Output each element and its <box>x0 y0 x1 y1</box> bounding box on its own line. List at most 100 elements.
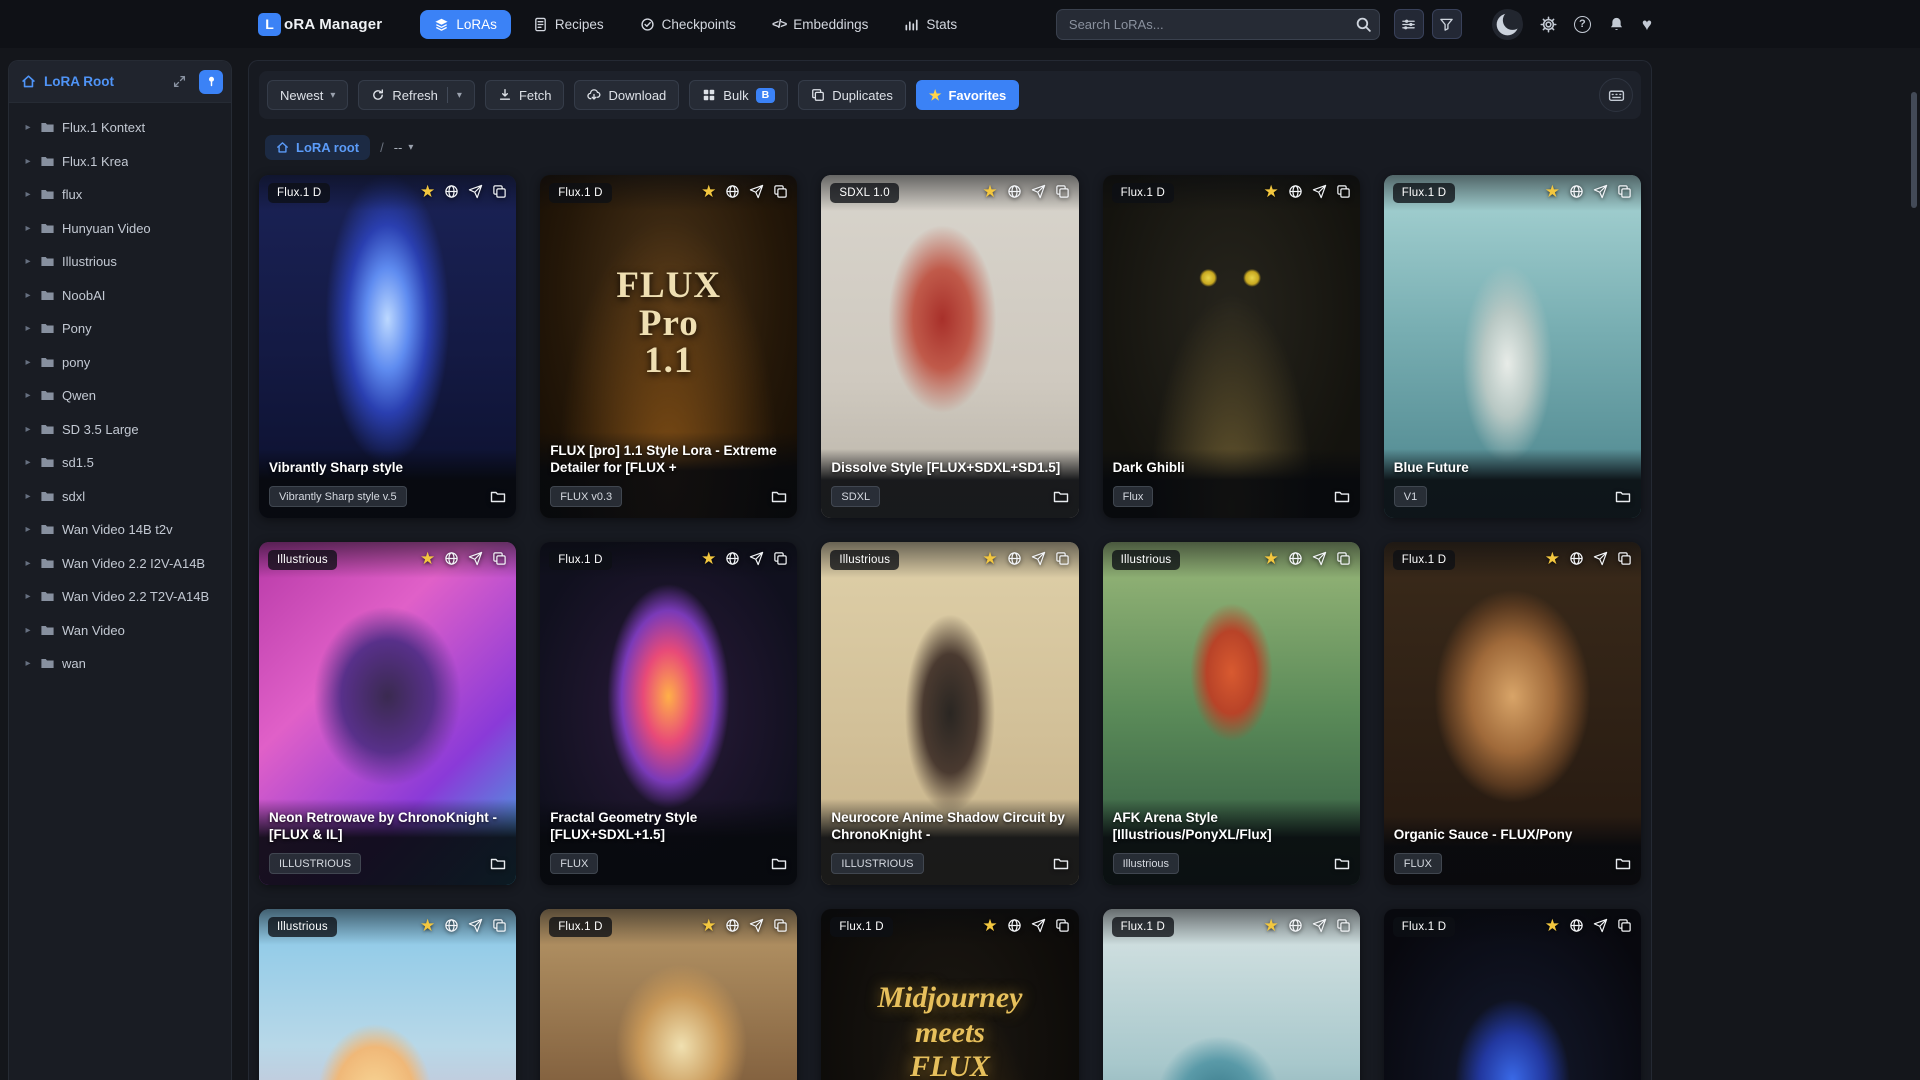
sidebar-folder-item[interactable]: ▸ Illustrious <box>15 245 225 279</box>
duplicates-button[interactable]: Duplicates <box>798 80 906 110</box>
lora-card[interactable]: SDXL 1.0 ★ Dissolve Style [FLUX+SDXL+SD1… <box>821 175 1079 518</box>
favorite-star-icon[interactable]: ★ <box>1264 183 1279 200</box>
keyboard-shortcuts-button[interactable] <box>1599 78 1633 112</box>
globe-icon[interactable] <box>1007 184 1022 199</box>
copy-icon[interactable] <box>773 918 788 933</box>
globe-icon[interactable] <box>1288 551 1303 566</box>
lora-card[interactable]: Flux.1 D ★ <box>1102 909 1360 1080</box>
copy-icon[interactable] <box>492 551 507 566</box>
sidebar-folder-item[interactable]: ▸ Wan Video 14B t2v <box>15 513 225 547</box>
send-icon[interactable] <box>1031 184 1046 199</box>
version-pill[interactable]: Flux <box>1112 486 1154 507</box>
globe-icon[interactable] <box>1288 184 1303 199</box>
lora-card[interactable]: Flux.1 D ★ Fractal Geometry Style [FLUX+… <box>540 542 798 885</box>
version-pill[interactable]: SDXL <box>831 486 881 507</box>
move-to-folder-button[interactable] <box>771 856 787 872</box>
globe-icon[interactable] <box>1569 551 1584 566</box>
refresh-split-button[interactable]: Refresh ▾ <box>358 80 475 110</box>
version-pill[interactable]: FLUX <box>1393 853 1442 874</box>
version-pill[interactable]: FLUX <box>550 853 599 874</box>
sort-dropdown[interactable]: Newest ▾ <box>267 80 349 110</box>
favorite-star-icon[interactable]: ★ <box>701 917 716 934</box>
favorite-star-icon[interactable]: ★ <box>701 550 716 567</box>
globe-icon[interactable] <box>725 551 740 566</box>
move-to-folder-button[interactable] <box>1615 489 1631 505</box>
move-to-folder-button[interactable] <box>490 489 506 505</box>
send-icon[interactable] <box>749 551 764 566</box>
send-icon[interactable] <box>468 551 483 566</box>
version-pill[interactable]: V1 <box>1393 486 1428 507</box>
globe-icon[interactable] <box>1007 918 1022 933</box>
sidebar-root-row[interactable]: LoRA Root <box>9 61 231 103</box>
theme-toggle-button[interactable] <box>1491 8 1523 40</box>
send-icon[interactable] <box>468 918 483 933</box>
favorite-star-icon[interactable]: ★ <box>1545 550 1560 567</box>
expand-tree-button[interactable] <box>167 70 191 94</box>
sidebar-folder-item[interactable]: ▸ NoobAI <box>15 279 225 313</box>
bulk-button[interactable]: Bulk B <box>689 80 789 110</box>
send-icon[interactable] <box>1593 918 1608 933</box>
help-button[interactable]: ? <box>1573 15 1591 33</box>
send-icon[interactable] <box>749 918 764 933</box>
version-pill[interactable]: ILLUSTRIOUS <box>831 853 924 874</box>
copy-icon[interactable] <box>773 184 788 199</box>
copy-icon[interactable] <box>1336 551 1351 566</box>
version-pill[interactable]: Illustrious <box>1112 853 1180 874</box>
move-to-folder-button[interactable] <box>771 489 787 505</box>
copy-icon[interactable] <box>1055 184 1070 199</box>
sidebar-folder-item[interactable]: ▸ sd1.5 <box>15 446 225 480</box>
lora-card[interactable]: Flux.1 D ★ <box>1383 909 1641 1080</box>
move-to-folder-button[interactable] <box>1053 856 1069 872</box>
send-icon[interactable] <box>749 184 764 199</box>
send-icon[interactable] <box>1593 184 1608 199</box>
nav-tab-recipes[interactable]: Recipes <box>519 10 618 39</box>
pin-sidebar-button[interactable] <box>199 69 223 94</box>
copy-icon[interactable] <box>1617 184 1632 199</box>
favorite-star-icon[interactable]: ★ <box>982 917 997 934</box>
lora-card[interactable]: Illustrious ★ Neurocore Anime Shadow Cir… <box>821 542 1079 885</box>
lora-card[interactable]: Illustrious ★ AFK Arena Style [Illustrio… <box>1102 542 1360 885</box>
sidebar-folder-item[interactable]: ▸ flux <box>15 178 225 212</box>
copy-icon[interactable] <box>1336 184 1351 199</box>
sidebar-folder-item[interactable]: ▸ sdxl <box>15 480 225 514</box>
search-input[interactable] <box>1055 8 1380 40</box>
sidebar-folder-item[interactable]: ▸ Pony <box>15 312 225 346</box>
favorite-star-icon[interactable]: ★ <box>1545 917 1560 934</box>
move-to-folder-button[interactable] <box>1334 856 1350 872</box>
notifications-button[interactable] <box>1608 16 1625 33</box>
search-icon[interactable] <box>1355 16 1372 33</box>
send-icon[interactable] <box>1031 918 1046 933</box>
download-button[interactable]: Download <box>574 80 680 110</box>
lora-card[interactable]: Flux.1 D ★ <box>540 909 798 1080</box>
nav-tab-embeddings[interactable]: </> Embeddings <box>758 10 882 39</box>
nav-tab-loras[interactable]: LoRAs <box>420 9 511 39</box>
version-pill[interactable]: Vibrantly Sharp style v.5 <box>269 486 407 507</box>
nav-tab-stats[interactable]: Stats <box>890 10 971 39</box>
favorite-star-icon[interactable]: ★ <box>982 183 997 200</box>
sidebar-folder-item[interactable]: ▸ Hunyuan Video <box>15 212 225 246</box>
globe-icon[interactable] <box>725 184 740 199</box>
lora-card[interactable]: Midjourney meets FLUX Flux.1 D ★ <box>821 909 1079 1080</box>
copy-icon[interactable] <box>1336 918 1351 933</box>
sidebar-folder-item[interactable]: ▸ Flux.1 Krea <box>15 145 225 179</box>
move-to-folder-button[interactable] <box>1334 489 1350 505</box>
fetch-button[interactable]: Fetch <box>484 80 565 110</box>
copy-icon[interactable] <box>1055 918 1070 933</box>
settings-button[interactable] <box>1540 15 1557 33</box>
copy-icon[interactable] <box>773 551 788 566</box>
globe-icon[interactable] <box>1007 551 1022 566</box>
sidebar-folder-item[interactable]: ▸ SD 3.5 Large <box>15 413 225 447</box>
sidebar-folder-item[interactable]: ▸ Wan Video <box>15 614 225 648</box>
version-pill[interactable]: FLUX v0.3 <box>550 486 623 507</box>
globe-icon[interactable] <box>444 551 459 566</box>
copy-icon[interactable] <box>492 184 507 199</box>
copy-icon[interactable] <box>1055 551 1070 566</box>
globe-icon[interactable] <box>1569 918 1584 933</box>
lora-card[interactable]: Flux.1 D ★ Dark Ghibli Flux <box>1102 175 1360 518</box>
lora-card[interactable]: Illustrious ★ Neon Retrowave by ChronoKn… <box>259 542 517 885</box>
favorite-star-icon[interactable]: ★ <box>982 550 997 567</box>
sidebar-folder-item[interactable]: ▸ pony <box>15 346 225 380</box>
favorite-star-icon[interactable]: ★ <box>701 183 716 200</box>
sidebar-folder-item[interactable]: ▸ wan <box>15 647 225 681</box>
globe-icon[interactable] <box>1569 184 1584 199</box>
